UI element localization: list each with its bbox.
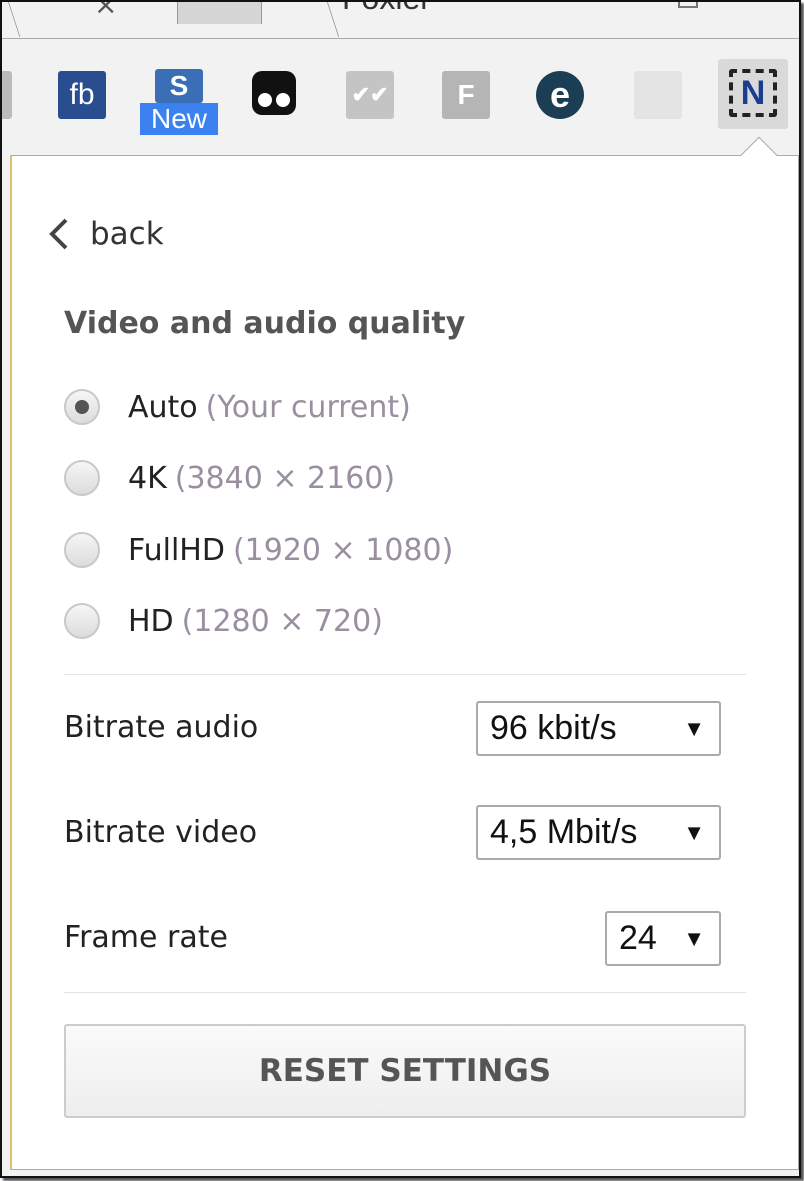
- tab-strip: × Foxiel: [2, 2, 799, 38]
- radio-button[interactable]: [64, 460, 100, 496]
- f-label: F: [457, 79, 475, 110]
- divider: [64, 674, 746, 675]
- option-label: HD: [128, 603, 174, 639]
- reset-settings-button[interactable]: RESET SETTINGS: [64, 1024, 746, 1118]
- f-extension-icon[interactable]: F: [442, 71, 490, 119]
- option-hint: (Your current): [205, 389, 411, 425]
- extensions-toolbar: fb S New ✔✔ F e N: [2, 38, 799, 154]
- select-value: 24: [619, 919, 657, 957]
- frame-rate-label: Frame rate: [64, 920, 228, 955]
- quality-option-auto[interactable]: Auto (Your current): [64, 389, 411, 425]
- browser-window: × Foxiel fb S New ✔✔ F e N back Video an…: [0, 0, 801, 1178]
- bitrate-audio-label: Bitrate audio: [64, 710, 259, 745]
- e-extension-icon[interactable]: e: [536, 71, 584, 119]
- quality-option-fullhd[interactable]: FullHD (1920 × 1080): [64, 532, 453, 568]
- e-label: e: [549, 74, 571, 115]
- back-button[interactable]: back: [48, 216, 164, 252]
- option-label: FullHD: [128, 532, 225, 568]
- select-value: 96 kbit/s: [490, 709, 617, 747]
- dropdown-arrow-icon: ▼: [683, 925, 705, 951]
- option-label: Auto: [128, 389, 198, 425]
- partial-extension-icon[interactable]: [2, 71, 12, 119]
- faded-extension-icon[interactable]: [634, 71, 682, 119]
- dropdown-arrow-icon: ▼: [683, 819, 705, 845]
- bitrate-video-select[interactable]: 4,5 Mbit/s ▼: [476, 805, 721, 860]
- fb-extension-icon[interactable]: fb: [58, 71, 106, 119]
- n-label: N: [740, 73, 766, 112]
- new-tab-button[interactable]: [177, 2, 262, 24]
- fb-label: fb: [69, 78, 95, 111]
- new-badge: New: [140, 103, 218, 135]
- select-value: 4,5 Mbit/s: [490, 813, 638, 851]
- frame-rate-select[interactable]: 24 ▼: [605, 911, 721, 966]
- mail-check-extension-icon[interactable]: ✔✔: [346, 71, 394, 119]
- active-tab[interactable]: [4, 2, 340, 37]
- radio-button[interactable]: [64, 603, 100, 639]
- note-plus-extension-icon[interactable]: N: [729, 69, 777, 117]
- back-label: back: [90, 216, 164, 252]
- s-extension-icon[interactable]: S: [155, 69, 203, 103]
- dropdown-arrow-icon: ▼: [683, 715, 705, 741]
- option-hint: (3840 × 2160): [174, 460, 396, 496]
- radio-button[interactable]: [64, 532, 100, 568]
- s-label: S: [169, 70, 189, 101]
- tracker-extension-icon[interactable]: [252, 71, 296, 115]
- option-hint: (1920 × 1080): [232, 532, 454, 568]
- option-hint: (1280 × 720): [181, 603, 383, 639]
- minimize-button[interactable]: [678, 2, 698, 8]
- section-heading: Video and audio quality: [64, 306, 466, 341]
- divider: [64, 992, 746, 993]
- tab-close-icon[interactable]: ×: [94, 2, 117, 21]
- extension-popup: back Video and audio quality Auto (Your …: [10, 136, 799, 1170]
- bitrate-audio-select[interactable]: 96 kbit/s ▼: [476, 701, 721, 756]
- quality-option-4k[interactable]: 4K (3840 × 2160): [64, 460, 395, 496]
- option-label: 4K: [128, 460, 167, 496]
- quality-option-hd[interactable]: HD (1280 × 720): [64, 603, 383, 639]
- radio-selected-dot: [75, 400, 89, 414]
- bitrate-video-label: Bitrate video: [64, 815, 258, 850]
- radio-button[interactable]: [64, 389, 100, 425]
- window-title: Foxiel: [342, 2, 427, 17]
- chevron-left-icon: [49, 218, 68, 250]
